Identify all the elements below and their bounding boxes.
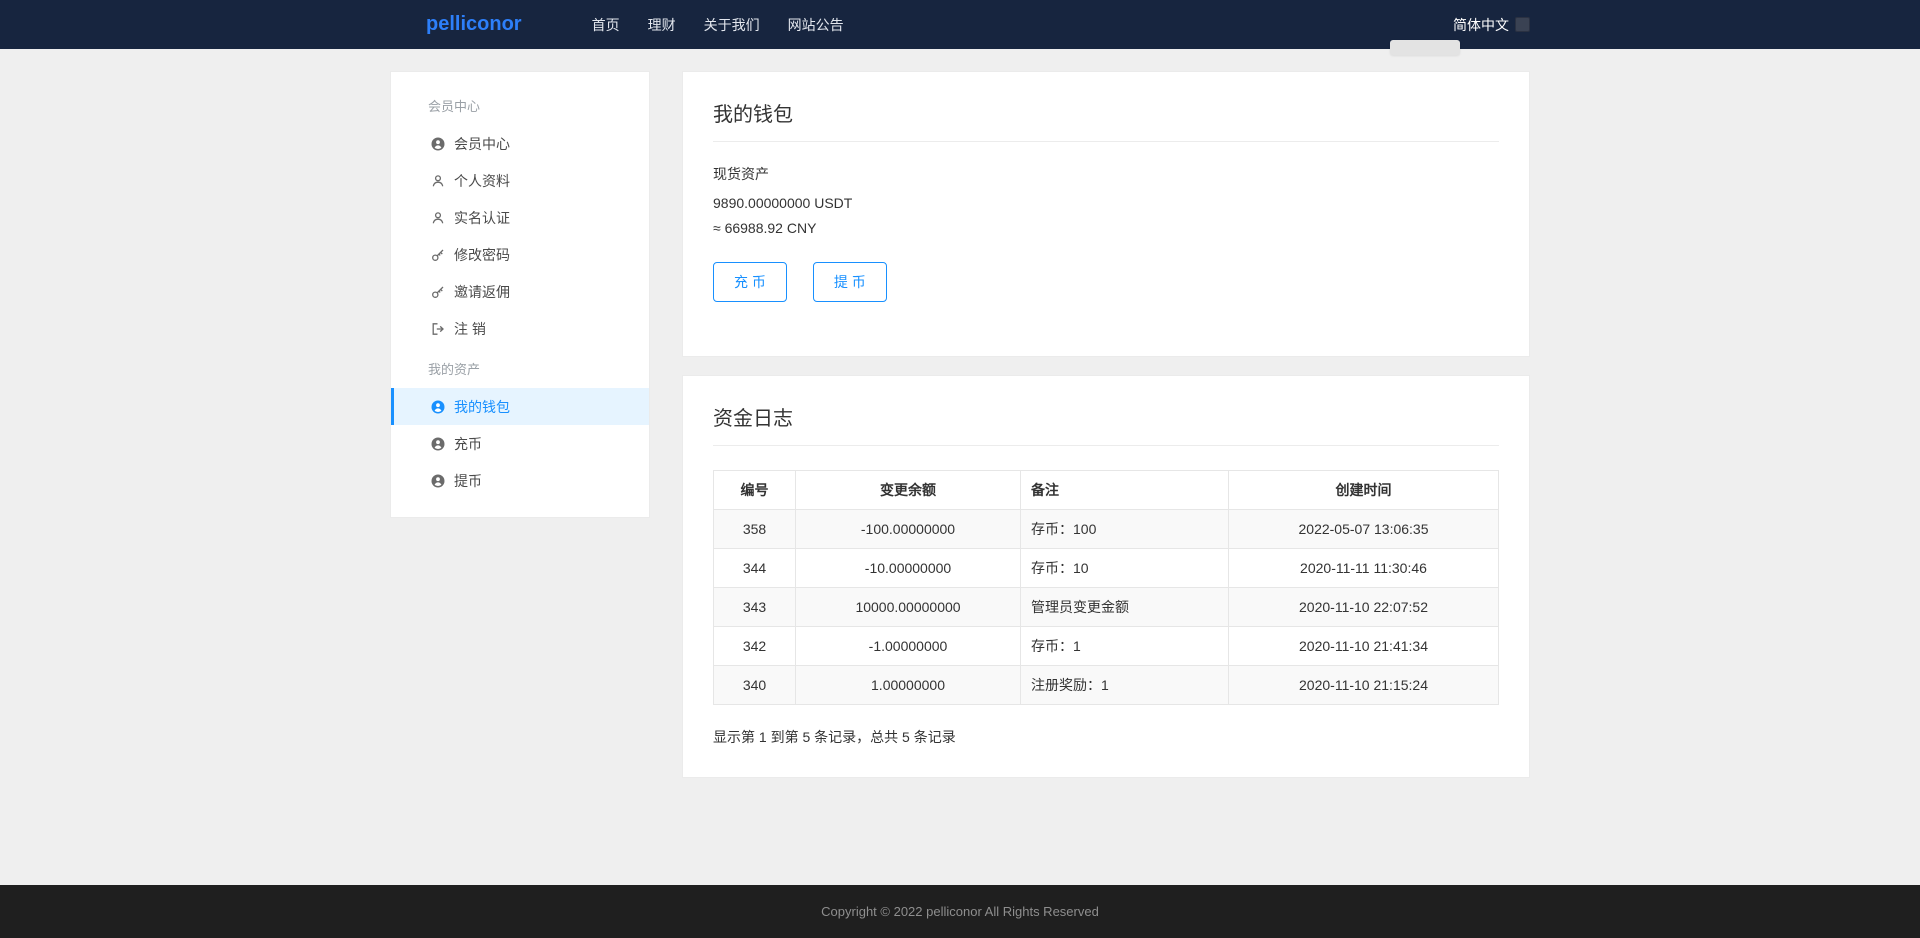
language-selector[interactable]: 简体中文 <box>1453 15 1530 35</box>
user-icon <box>431 174 445 188</box>
sign-out-icon <box>431 322 445 336</box>
log-header-cell: 备注 <box>1021 471 1229 510</box>
table-row: 342 -1.00000000 存币：1 2020-11-10 21:41:34 <box>714 627 1499 666</box>
wallet-balance: 9890.00000000 USDT <box>713 195 1499 211</box>
log-cell: 2020-11-10 21:41:34 <box>1229 627 1499 666</box>
deposit-button[interactable]: 充 币 <box>713 262 787 302</box>
footer: Copyright © 2022 pelliconor All Rights R… <box>0 885 1920 938</box>
sidebar-item-label: 注 销 <box>454 319 486 339</box>
nav-about[interactable]: 关于我们 <box>704 15 760 35</box>
table-row: 343 10000.00000000 管理员变更金额 2020-11-10 22… <box>714 588 1499 627</box>
withdraw-button[interactable]: 提 币 <box>813 262 887 302</box>
table-row: 344 -10.00000000 存币：10 2020-11-11 11:30:… <box>714 549 1499 588</box>
log-cell: 2022-05-07 13:06:35 <box>1229 510 1499 549</box>
navbar-inner: pelliconor 首页 理财 关于我们 网站公告 简体中文 <box>390 0 1530 49</box>
navbar: pelliconor 首页 理财 关于我们 网站公告 简体中文 <box>0 0 1920 49</box>
copyright-text: Copyright © 2022 pelliconor All Rights R… <box>821 904 1099 919</box>
sidebar: 会员中心 会员中心 个人资料 实名认证 修改密码 邀请返佣 <box>390 71 650 518</box>
sidebar-item-label: 会员中心 <box>454 134 510 154</box>
nav-home[interactable]: 首页 <box>592 15 620 35</box>
content-container: 会员中心 会员中心 个人资料 实名认证 修改密码 邀请返佣 <box>390 71 1530 778</box>
asset-label: 现货资产 <box>713 164 1499 184</box>
sidebar-item-label: 我的钱包 <box>454 397 510 417</box>
sidebar-item-withdraw[interactable]: 提币 <box>391 462 649 499</box>
sidebar-item-label: 实名认证 <box>454 208 510 228</box>
withdraw-icon <box>431 474 445 488</box>
sidebar-item-logout[interactable]: 注 销 <box>391 310 649 347</box>
sidebar-item-label: 提币 <box>454 471 482 491</box>
table-row: 358 -100.00000000 存币：100 2022-05-07 13:0… <box>714 510 1499 549</box>
log-cell: 10000.00000000 <box>796 588 1021 627</box>
log-cell: 存币：1 <box>1021 627 1229 666</box>
table-row: 340 1.00000000 注册奖励：1 2020-11-10 21:15:2… <box>714 666 1499 705</box>
sidebar-section-member: 会员中心 <box>391 86 649 125</box>
main-nav: 首页 理财 关于我们 网站公告 <box>592 15 844 35</box>
deposit-icon <box>431 437 445 451</box>
sidebar-section-assets: 我的资产 <box>391 349 649 388</box>
log-cell: 2020-11-10 22:07:52 <box>1229 588 1499 627</box>
main-content: 我的钱包 现货资产 9890.00000000 USDT ≈ 66988.92 … <box>682 71 1530 778</box>
sidebar-item-referral[interactable]: 邀请返佣 <box>391 273 649 310</box>
sidebar-item-kyc[interactable]: 实名认证 <box>391 199 649 236</box>
key-icon <box>431 248 445 262</box>
user-icon <box>431 211 445 225</box>
key-icon <box>431 285 445 299</box>
fund-log-card: 资金日志 编号 变更余额 备注 创建时间 358 -100.00000 <box>682 375 1530 778</box>
wallet-actions: 充 币 提 币 <box>713 262 1499 326</box>
log-cell: 注册奖励：1 <box>1021 666 1229 705</box>
language-flag-icon <box>1515 17 1530 32</box>
log-cell: 存币：100 <box>1021 510 1229 549</box>
log-cell: -10.00000000 <box>796 549 1021 588</box>
wallet-card-title: 我的钱包 <box>713 98 1499 142</box>
log-cell: 358 <box>714 510 796 549</box>
log-header-cell: 变更余额 <box>796 471 1021 510</box>
log-cell: -1.00000000 <box>796 627 1021 666</box>
language-label: 简体中文 <box>1453 15 1509 35</box>
log-cell: 1.00000000 <box>796 666 1021 705</box>
sidebar-item-label: 修改密码 <box>454 245 510 265</box>
log-cell: 343 <box>714 588 796 627</box>
log-cell: 2020-11-10 21:15:24 <box>1229 666 1499 705</box>
log-cell: -100.00000000 <box>796 510 1021 549</box>
sidebar-item-change-password[interactable]: 修改密码 <box>391 236 649 273</box>
fund-log-table: 编号 变更余额 备注 创建时间 358 -100.00000000 存币：100… <box>713 470 1499 705</box>
log-cell: 342 <box>714 627 796 666</box>
sidebar-item-label: 邀请返佣 <box>454 282 510 302</box>
log-cell: 344 <box>714 549 796 588</box>
wallet-card: 我的钱包 现货资产 9890.00000000 USDT ≈ 66988.92 … <box>682 71 1530 357</box>
nav-finance[interactable]: 理财 <box>648 15 676 35</box>
sidebar-item-member-center[interactable]: 会员中心 <box>391 125 649 162</box>
wallet-icon <box>431 400 445 414</box>
sidebar-item-wallet[interactable]: 我的钱包 <box>391 388 649 425</box>
log-cell: 340 <box>714 666 796 705</box>
sidebar-item-deposit[interactable]: 充币 <box>391 425 649 462</box>
log-cell: 2020-11-11 11:30:46 <box>1229 549 1499 588</box>
log-cell: 存币：10 <box>1021 549 1229 588</box>
sidebar-item-label: 充币 <box>454 434 482 454</box>
sidebar-item-label: 个人资料 <box>454 171 510 191</box>
wallet-balance-cny: ≈ 66988.92 CNY <box>713 220 1499 236</box>
sidebar-item-profile[interactable]: 个人资料 <box>391 162 649 199</box>
nav-announcements[interactable]: 网站公告 <box>788 15 844 35</box>
logo[interactable]: pelliconor <box>426 13 522 36</box>
log-header-cell: 创建时间 <box>1229 471 1499 510</box>
dropdown-remnant <box>1390 40 1460 55</box>
log-header-cell: 编号 <box>714 471 796 510</box>
table-header-row: 编号 变更余额 备注 创建时间 <box>714 471 1499 510</box>
pagination-summary: 显示第 1 到第 5 条记录，总共 5 条记录 <box>713 727 1499 747</box>
member-center-icon <box>431 137 445 151</box>
log-cell: 管理员变更金额 <box>1021 588 1229 627</box>
fund-log-title: 资金日志 <box>713 402 1499 446</box>
page: 会员中心 会员中心 个人资料 实名认证 修改密码 邀请返佣 <box>0 49 1920 885</box>
